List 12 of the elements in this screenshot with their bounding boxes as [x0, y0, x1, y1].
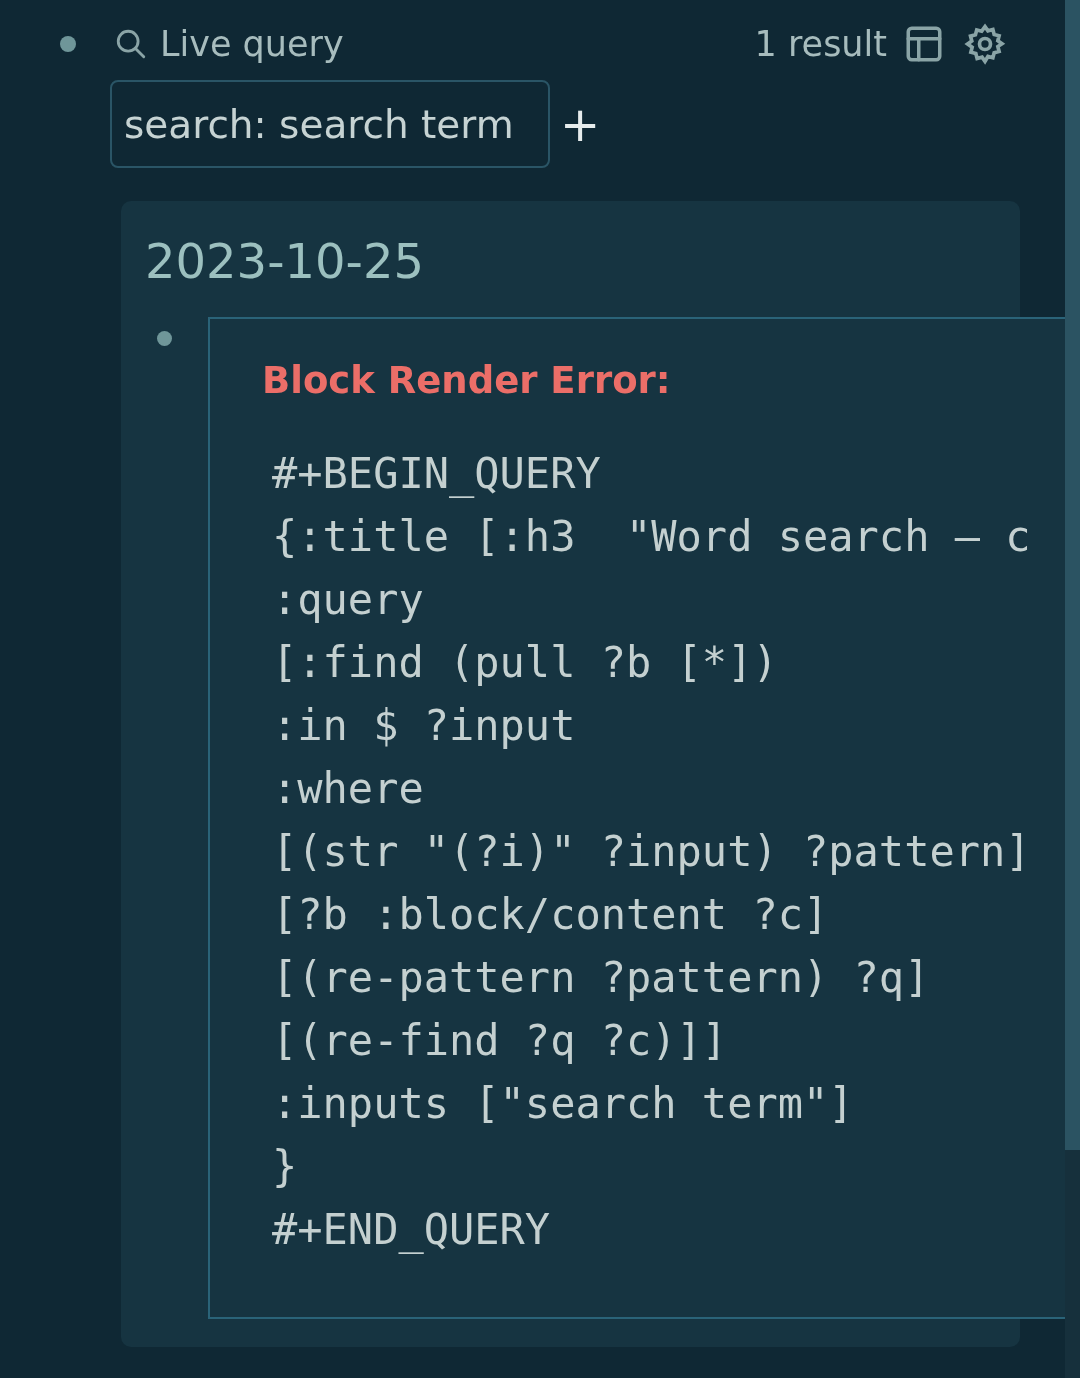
search-icon [114, 27, 148, 61]
result-count: 1 result [754, 22, 887, 66]
bullet-dot [157, 330, 172, 346]
add-button[interactable]: + [550, 100, 611, 148]
settings-icon[interactable] [963, 22, 1007, 66]
input-field[interactable]: search: search term [110, 80, 550, 168]
bullet-dot [60, 36, 76, 52]
scrollbar-thumb[interactable] [1065, 0, 1080, 1150]
query-code-text: #+BEGIN_QUERY {:title [:h3 "Word search — c :query [:find (pull ?b [*]) :in $ ?input :where [(str "(?i)" ?input) ?pattern] [?b :block/content ?c] [(re-pattern ?pattern) ?q] [(re-find ?q ?c)]] :inputs ["search term"] } #+END_QUERY [272, 448, 1032, 1257]
error-title: Block Render Error: [262, 357, 672, 404]
query-title: Live query [160, 22, 344, 66]
page-title[interactable]: 2023-10-25 [145, 233, 1020, 291]
